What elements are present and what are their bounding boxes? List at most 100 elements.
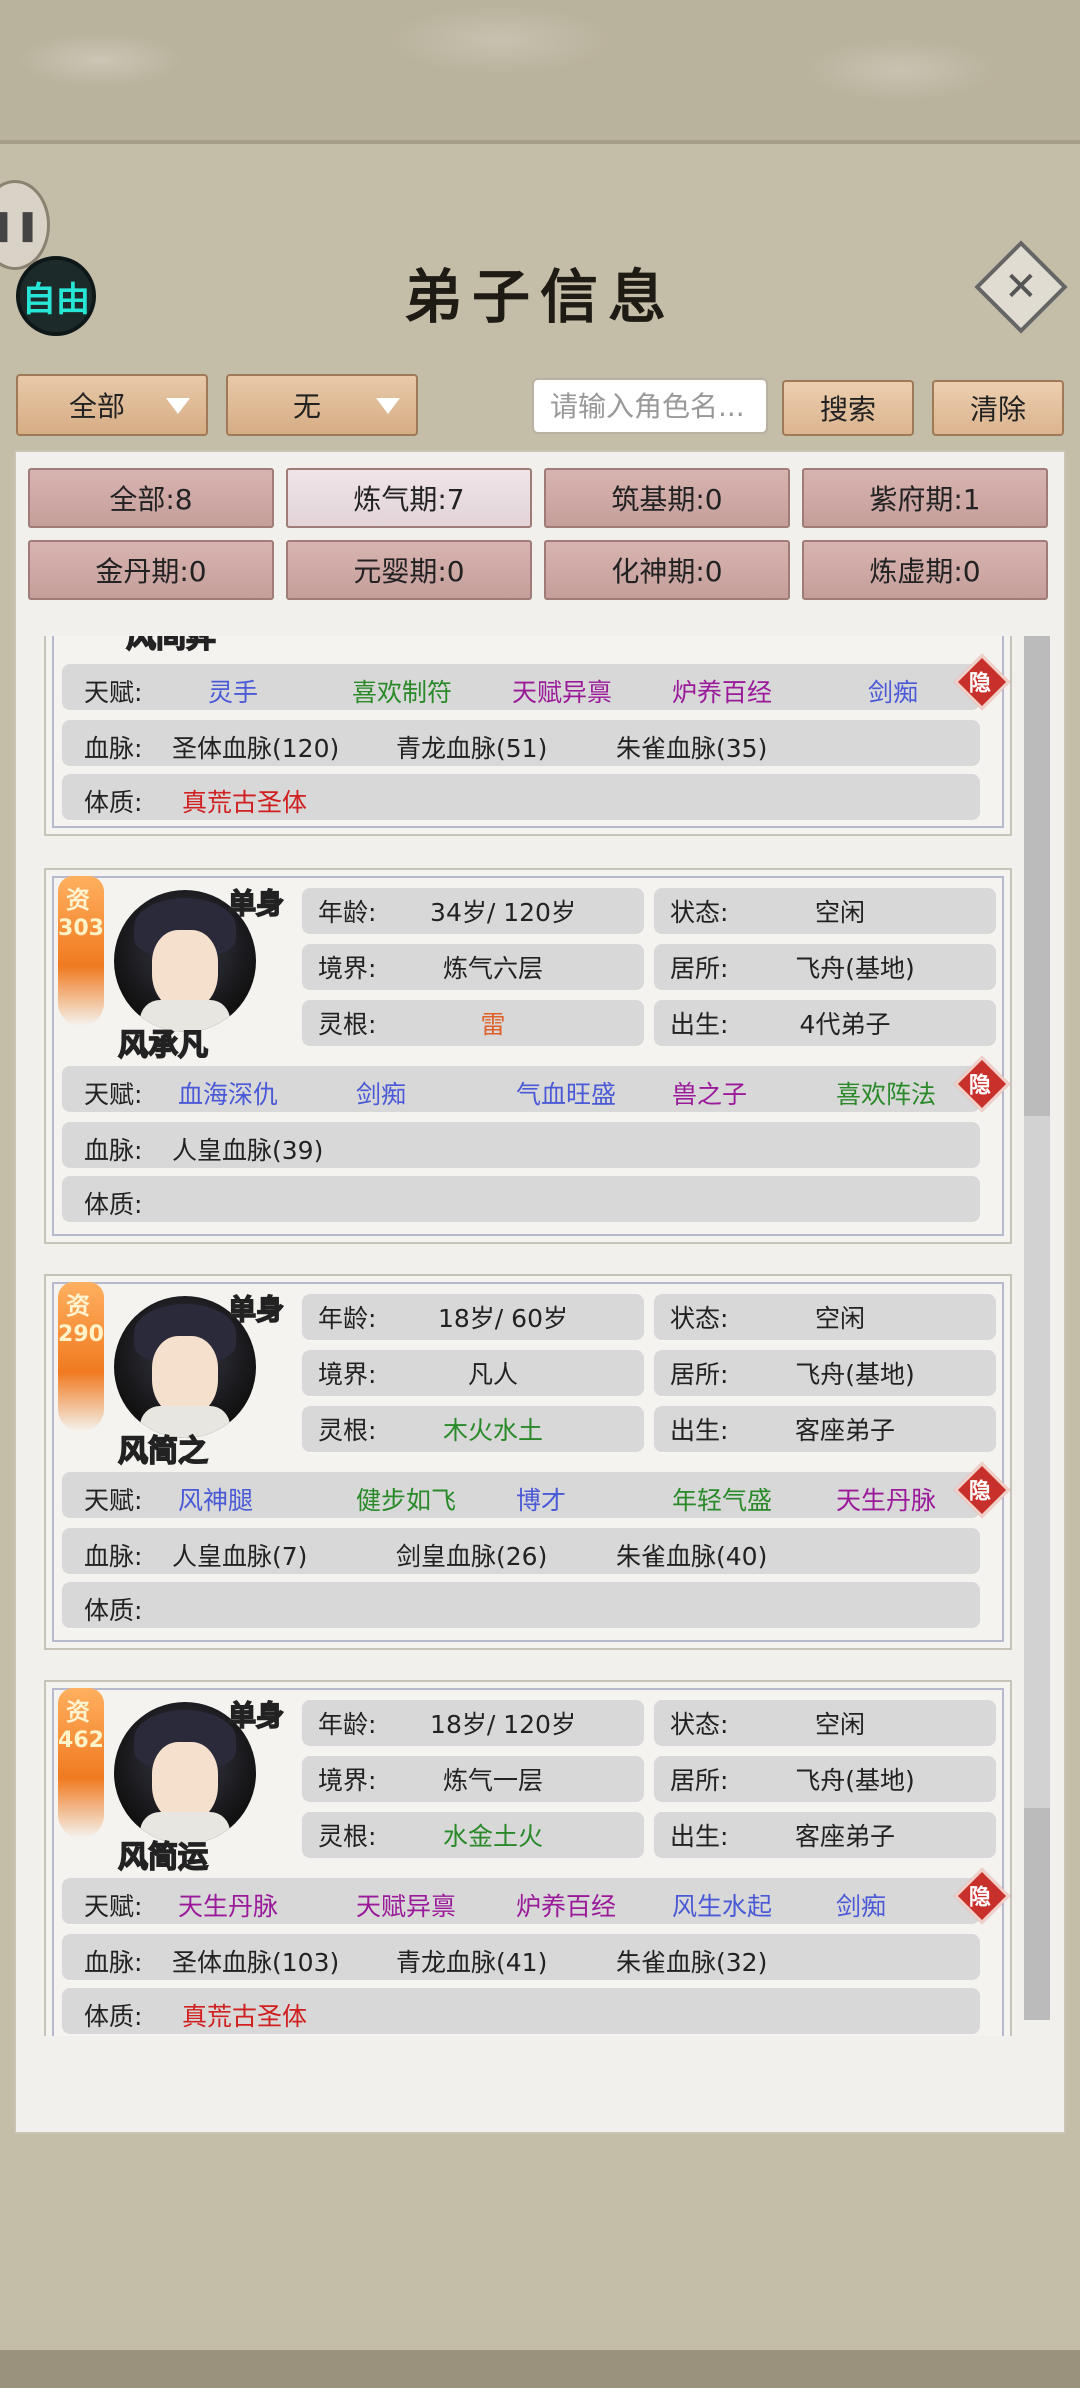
talent-item: 天赋异禀 [356,1892,457,1921]
bloodline-label: 血脉: [84,1948,143,1977]
realm-filter-all[interactable]: 全部:8 [28,468,274,528]
talent-item: 炉养百经 [516,1892,617,1921]
root-field: 灵根: 雷 [302,1000,644,1046]
bloodline-item: 朱雀血脉(35) [616,734,768,763]
disciple-name: 风简之 [117,1433,209,1470]
realm-filter-nascent-soul[interactable]: 元婴期:0 [286,540,532,600]
sort-dropdown-value: 无 [292,390,321,423]
residence-field: 居所: 飞舟(基地) [654,1756,996,1802]
talent-item: 健步如飞 [356,1486,457,1515]
disciple-name: 风简运 [117,1839,209,1876]
hide-label: 隐 [968,671,991,697]
residence-value: 飞舟(基地) [795,1766,915,1795]
relationship-badge: 单身 [227,1698,285,1733]
bloodline-row: 血脉: 圣体血脉(103) 青龙血脉(41) 朱雀血脉(32) [62,1934,980,1980]
talent-item: 喜欢制符 [352,678,453,707]
realm-filter-golden-core[interactable]: 金丹期:0 [28,540,274,600]
age-value: 34岁/ 120岁 [430,898,576,927]
free-mode-button[interactable]: 自由 [16,256,96,336]
realm-filter-foundation[interactable]: 筑基期:0 [544,468,790,528]
talent-item: 天赋异禀 [512,678,613,707]
avatar-area: 资 290 单身 风简之 [58,1282,298,1470]
realm-filter-purple-palace[interactable]: 紫府期:1 [802,468,1048,528]
root-field: 灵根: 水金土火 [302,1812,644,1858]
root-value: 雷 [480,1010,506,1039]
disciple-card-partial: 风间弈 天赋: 灵手 喜欢制符 天赋异禀 炉养百经 剑痴 隐 血脉: 圣体血脉(… [44,636,1012,836]
talent-row: 天赋: 血海深仇 剑痴 气血旺盛 兽之子 喜欢阵法 隐 [62,1055,1011,1113]
relationship-badge: 单身 [227,886,285,921]
avatar-face [152,1742,218,1822]
scrollbar-thumb-lower[interactable] [1024,1808,1050,2020]
realm-filter-qi-refining[interactable]: 炼气期:7 [286,468,532,528]
realm-value: 炼气六层 [442,954,543,983]
bloodline-item: 人皇血脉(39) [172,1136,324,1165]
hide-label: 隐 [968,1885,991,1911]
status-field: 状态: 空闲 [654,888,996,934]
category-dropdown[interactable]: 全部 [16,374,208,436]
bloodline-item: 青龙血脉(51) [396,734,548,763]
birth-value: 客座弟子 [794,1822,895,1851]
realm-field: 境界: 炼气一层 [302,1756,644,1802]
physique-row: 体质: [62,1582,980,1628]
sort-dropdown[interactable]: 无 [226,374,418,436]
aptitude-value: 462 [58,1728,104,1753]
talent-item: 炉养百经 [672,678,773,707]
talent-label: 天赋: [84,1486,143,1515]
realm-field: 境界: 凡人 [302,1350,644,1396]
birth-field: 出生: 4代弟子 [654,1000,996,1046]
talent-item: 喜欢阵法 [836,1080,937,1109]
bloodline-item: 人皇血脉(7) [172,1542,308,1571]
status-value: 空闲 [814,1710,865,1739]
status-value: 空闲 [814,898,865,927]
aptitude-value: 303 [58,916,104,941]
age-value: 18岁/ 120岁 [430,1710,576,1739]
relationship-badge: 单身 [227,1292,285,1327]
talent-label: 天赋: [84,678,143,707]
page-title: 弟子信息 [403,263,676,331]
talent-label: 天赋: [84,1080,143,1109]
realm-value: 炼气一层 [442,1766,543,1795]
disciple-card[interactable]: 资 462 单身 风简运 年龄: 18岁/ 120岁 状态: 空闲 境界: 炼气… [44,1680,1012,2036]
talent-item: 风生水起 [672,1892,773,1921]
avatar-area: 资 462 单身 风简运 [58,1688,298,1876]
search-button[interactable]: 搜索 [782,380,914,436]
realm-filter-spirit-severing[interactable]: 化神期:0 [544,540,790,600]
avatar-area: 资 303 单身 风承凡 [58,876,298,1064]
bloodline-row: 血脉: 人皇血脉(7) 剑皇血脉(26) 朱雀血脉(40) [62,1528,980,1574]
disciple-scroll-area[interactable]: 风间弈 天赋: 灵手 喜欢制符 天赋异禀 炉养百经 剑痴 隐 血脉: 圣体血脉(… [36,636,1036,2036]
bloodline-item: 圣体血脉(120) [172,734,340,763]
aptitude-label: 资 [66,1292,90,1320]
root-value: 木火水土 [442,1416,543,1445]
clear-button[interactable]: 清除 [932,380,1064,436]
physique-value: 真荒古圣体 [182,2002,308,2031]
talent-item: 博才 [516,1486,567,1515]
scrollbar-thumb[interactable] [1024,636,1050,1116]
physique-row: 体质: 真荒古圣体 [62,1988,980,2034]
birth-field: 出生: 客座弟子 [654,1406,996,1452]
disciple-name: 风承凡 [117,1027,209,1064]
aptitude-label: 资 [66,1698,90,1726]
bloodline-label: 血脉: [84,1136,143,1165]
talent-label: 天赋: [84,1892,143,1921]
top-background [0,0,1080,150]
realm-filter-void-refining[interactable]: 炼虚期:0 [802,540,1048,600]
chevron-down-icon [166,398,190,414]
disciple-name: 风间弈 [125,636,217,656]
root-field: 灵根: 木火水土 [302,1406,644,1452]
birth-value: 4代弟子 [799,1010,891,1039]
search-input[interactable] [532,378,768,434]
close-icon: ✕ [1004,263,1038,310]
avatar-face [152,930,218,1010]
disciple-card[interactable]: 资 303 单身 风承凡 年龄: 34岁/ 120岁 状态: 空闲 境界: 炼气… [44,868,1012,1244]
talent-item: 灵手 [208,678,259,707]
talent-row: 天赋: 灵手 喜欢制符 天赋异禀 炉养百经 剑痴 隐 [62,653,1011,711]
talent-item: 年轻气盛 [672,1486,773,1515]
realm-field: 境界: 炼气六层 [302,944,644,990]
talent-item: 血海深仇 [178,1080,279,1109]
status-field: 状态: 空闲 [654,1294,996,1340]
disciple-card[interactable]: 资 290 单身 风简之 年龄: 18岁/ 60岁 状态: 空闲 境界: 凡人 … [44,1274,1012,1650]
talent-item: 天生丹脉 [178,1892,279,1921]
age-field: 年龄: 34岁/ 120岁 [302,888,644,934]
bloodline-item: 朱雀血脉(32) [616,1948,768,1977]
status-value: 空闲 [814,1304,865,1333]
